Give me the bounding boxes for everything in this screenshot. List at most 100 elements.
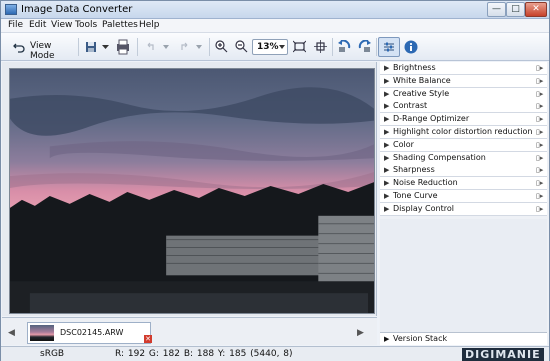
palette-item[interactable]: ▶ Shading Compensation ▯▸ <box>380 151 547 165</box>
chevron-down-icon[interactable] <box>102 45 109 50</box>
fit-to-window-icon[interactable] <box>293 40 306 53</box>
minimize-button[interactable]: — <box>487 2 506 17</box>
expand-arrow-icon: ▶ <box>384 335 390 343</box>
palette-label: Contrast <box>393 101 428 111</box>
chevron-down-icon[interactable] <box>196 45 202 49</box>
pin-icon[interactable]: ▯▸ <box>536 64 543 72</box>
pin-icon[interactable]: ▯▸ <box>536 141 543 149</box>
expand-arrow-icon: ▶ <box>384 192 390 200</box>
expand-arrow-icon: ▶ <box>384 204 390 213</box>
pin-icon[interactable]: ▯▸ <box>536 77 543 85</box>
toolbar-separator <box>376 38 377 56</box>
palette-item[interactable]: ▶ Contrast ▯▸ <box>380 100 547 114</box>
save-icon[interactable] <box>85 41 97 53</box>
pin-icon[interactable]: ▯▸ <box>536 90 543 98</box>
image-viewer <box>2 62 377 316</box>
palette-panel: ▶ Brightness ▯▸ ▶ White Balance ▯▸ ▶ Creative S… <box>379 62 549 345</box>
pin-icon[interactable]: ▯▸ <box>536 179 543 187</box>
palette-label: Highlight color distortion reduction <box>393 127 533 136</box>
menu-bar: File Edit View Tools Palettes Help <box>1 19 549 33</box>
expand-arrow-icon: ▶ <box>384 140 390 149</box>
toolbar-separator <box>209 38 210 56</box>
rotate-right-icon[interactable] <box>358 40 372 53</box>
thumbnail-image <box>30 325 54 341</box>
palette-label: Brightness <box>393 63 436 72</box>
pin-icon[interactable]: ▯▸ <box>536 205 543 213</box>
palette-item[interactable]: ▶ Sharpness ▯▸ <box>380 164 547 178</box>
zoom-out-icon[interactable] <box>235 40 248 53</box>
palette-item[interactable]: ▶ Creative Style ▯▸ <box>380 87 547 101</box>
menu-help[interactable]: Help <box>137 20 162 30</box>
previous-arrow-icon[interactable]: ◀ <box>8 328 15 338</box>
palette-label: Sharpness <box>393 165 435 175</box>
palette-item[interactable]: ▶ D-Range Optimizer ▯▸ <box>380 113 547 127</box>
undo-arrow-icon <box>13 43 25 53</box>
photo-preview[interactable] <box>9 68 375 314</box>
actual-size-icon[interactable] <box>314 40 327 53</box>
thumbnail-item[interactable]: DSC02145.ARW ✕ <box>27 322 152 344</box>
rotate-left-icon[interactable] <box>146 42 156 51</box>
palette-label: Creative Style <box>393 88 450 98</box>
palette-item[interactable]: ▶ White Balance ▯▸ <box>380 74 547 88</box>
info-icon[interactable] <box>404 40 418 54</box>
view-mode-label: View Mode <box>30 41 55 61</box>
version-stack-label: Version Stack <box>393 334 448 343</box>
rotate-right-icon[interactable] <box>179 42 189 51</box>
menu-tools[interactable]: Tools <box>73 20 99 30</box>
toolbar: View Mode 13% <box>1 33 549 61</box>
thumbnail-strip: ◀ DSC02145.ARW ✕ ▶ <box>2 317 377 345</box>
palette-item[interactable]: ▶ Tone Curve ▯▸ <box>380 190 547 203</box>
print-icon[interactable] <box>115 39 131 55</box>
pin-icon[interactable]: ▯▸ <box>536 115 543 123</box>
palette-item[interactable]: ▶ Display Control ▯▸ <box>380 202 547 216</box>
pin-icon[interactable]: ▯▸ <box>536 102 543 110</box>
expand-arrow-icon: ▶ <box>384 89 390 98</box>
toolbar-separator <box>332 38 333 56</box>
expand-arrow-icon: ▶ <box>384 153 390 162</box>
chevron-down-icon[interactable] <box>163 45 169 49</box>
palette-item[interactable]: ▶ Brightness ▯▸ <box>380 62 547 75</box>
toolbar-separator <box>137 38 138 56</box>
next-arrow-icon[interactable]: ▶ <box>357 328 364 338</box>
color-space: sRGB <box>40 349 65 359</box>
version-stack-header[interactable]: ▶ Version Stack <box>380 332 547 345</box>
adjustment-sliders-icon <box>384 42 394 52</box>
palette-item[interactable]: ▶ Highlight color distortion reduction ▯▸ <box>380 126 547 139</box>
chevron-down-icon <box>279 45 285 49</box>
palette-empty-area <box>380 219 547 332</box>
pixel-info: R: 192 G: 182 B: 188 Y: 185 (5440, 8) <box>115 349 293 359</box>
expand-arrow-icon: ▶ <box>384 76 390 85</box>
menu-edit[interactable]: Edit <box>27 20 48 30</box>
zoom-in-icon[interactable] <box>215 40 228 53</box>
menu-view[interactable]: View <box>49 20 74 30</box>
expand-arrow-icon: ▶ <box>384 64 390 72</box>
application-window: Image Data Converter — □ ✕ File Edit Vie… <box>0 0 550 361</box>
palette-toggle-button[interactable] <box>378 37 400 57</box>
view-mode-button[interactable]: View Mode <box>10 37 72 61</box>
palette-item[interactable]: ▶ Noise Reduction ▯▸ <box>380 177 547 191</box>
expand-arrow-icon: ▶ <box>384 102 390 111</box>
app-icon <box>5 4 17 15</box>
menu-file[interactable]: File <box>6 20 25 30</box>
close-button[interactable]: ✕ <box>525 2 547 17</box>
remove-icon[interactable]: ✕ <box>144 335 152 343</box>
title-bar[interactable]: Image Data Converter — □ ✕ <box>1 1 549 19</box>
expand-arrow-icon: ▶ <box>384 128 390 136</box>
rotate-left-icon[interactable] <box>337 40 351 53</box>
pin-icon[interactable]: ▯▸ <box>536 128 543 136</box>
pin-icon[interactable]: ▯▸ <box>536 154 543 162</box>
menu-palettes[interactable]: Palettes <box>100 20 140 30</box>
zoom-select[interactable]: 13% <box>252 39 288 55</box>
palette-label: Noise Reduction <box>393 178 458 188</box>
palette-label: Shading Compensation <box>393 152 486 162</box>
palette-label: D-Range Optimizer <box>393 114 470 124</box>
pin-icon[interactable]: ▯▸ <box>536 192 543 200</box>
palette-label: Color <box>393 139 414 149</box>
expand-arrow-icon: ▶ <box>384 179 390 188</box>
zoom-value: 13% <box>257 42 279 52</box>
thumbnail-filename: DSC02145.ARW <box>60 328 124 337</box>
pin-icon[interactable]: ▯▸ <box>536 166 543 174</box>
palette-item[interactable]: ▶ Color ▯▸ <box>380 138 547 152</box>
palette-label: Display Control <box>393 203 454 213</box>
maximize-button[interactable]: □ <box>506 2 525 17</box>
